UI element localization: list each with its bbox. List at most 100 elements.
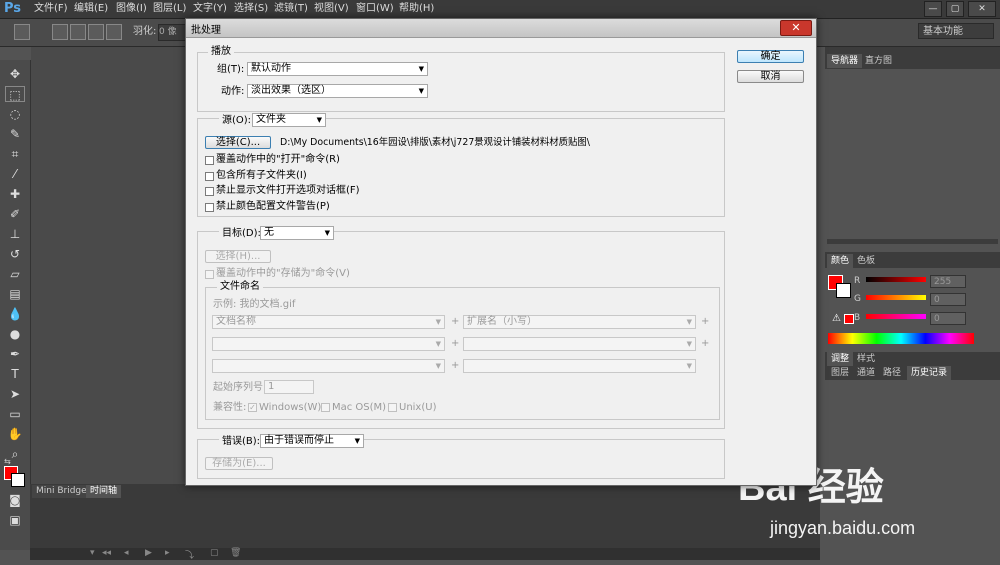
tab-navigator[interactable]: 导航器 bbox=[827, 54, 863, 68]
tab-color[interactable]: 颜色 bbox=[827, 254, 854, 268]
gamut-swatch[interactable] bbox=[844, 314, 854, 324]
tab-styles[interactable]: 样式 bbox=[853, 352, 879, 366]
naming-field-3[interactable]: ▼ bbox=[212, 337, 445, 351]
menu-window[interactable]: 窗口(W) bbox=[356, 2, 394, 16]
menu-filter[interactable]: 滤镜(T) bbox=[274, 2, 308, 16]
minimize-icon[interactable]: — bbox=[924, 1, 942, 17]
menu-view[interactable]: 视图(V) bbox=[314, 2, 349, 16]
play-icon[interactable]: ▶ bbox=[145, 548, 152, 558]
naming-field-6[interactable]: ▼ bbox=[463, 359, 696, 373]
errors-select[interactable]: 由于错误而停止 ▼ bbox=[260, 434, 364, 448]
timeline-menu-icon[interactable]: ▾ bbox=[90, 548, 95, 558]
menu-layer[interactable]: 图层(L) bbox=[153, 2, 186, 16]
compat-windows-checkbox[interactable]: ✓ bbox=[248, 403, 257, 412]
tab-histogram[interactable]: 直方图 bbox=[861, 54, 896, 68]
lasso-tool-icon[interactable]: ◌ bbox=[5, 106, 25, 122]
intersect-selection-icon[interactable] bbox=[106, 24, 122, 40]
g-slider[interactable] bbox=[866, 295, 926, 300]
first-frame-icon[interactable]: ◂◂ bbox=[102, 548, 111, 558]
g-value-input[interactable]: 0 bbox=[930, 293, 966, 306]
gradient-tool-icon[interactable]: ▤ bbox=[5, 286, 25, 302]
quick-select-tool-icon[interactable]: ✎ bbox=[5, 126, 25, 142]
naming-field-2[interactable]: 扩展名（小写） ▼ bbox=[463, 315, 696, 329]
compat-unix-checkbox[interactable] bbox=[388, 403, 397, 412]
menu-help[interactable]: 帮助(H) bbox=[399, 2, 434, 16]
subtract-selection-icon[interactable] bbox=[88, 24, 104, 40]
naming-field-1[interactable]: 文档名称 ▼ bbox=[212, 315, 445, 329]
menu-edit[interactable]: 编辑(E) bbox=[74, 2, 108, 16]
tween-icon[interactable]: ⤵ bbox=[185, 548, 194, 561]
shape-tool-icon[interactable]: ▭ bbox=[5, 406, 25, 422]
tab-layers[interactable]: 图层 bbox=[827, 366, 853, 380]
tab-paths[interactable]: 路径 bbox=[879, 366, 905, 380]
stamp-tool-icon[interactable]: ⊥ bbox=[5, 226, 25, 242]
prev-frame-icon[interactable]: ◂ bbox=[124, 548, 129, 558]
source-select[interactable]: 文件夹 ▼ bbox=[252, 113, 326, 127]
trash-icon[interactable]: 🗑 bbox=[230, 548, 241, 558]
rect-marquee-tool-icon[interactable]: ⬚ bbox=[5, 86, 25, 102]
b-value-input[interactable]: 0 bbox=[930, 312, 966, 325]
tab-channels[interactable]: 通道 bbox=[853, 366, 879, 380]
dodge-tool-icon[interactable]: ● bbox=[5, 326, 25, 342]
tab-timeline[interactable]: 时间轴 bbox=[86, 485, 122, 498]
workspace-select[interactable]: 基本功能 bbox=[918, 23, 994, 39]
path-select-tool-icon[interactable]: ➤ bbox=[5, 386, 25, 402]
window-close-icon[interactable]: ✕ bbox=[968, 1, 996, 17]
menu-file[interactable]: 文件(F) bbox=[34, 2, 68, 16]
add-selection-icon[interactable] bbox=[70, 24, 86, 40]
next-frame-icon[interactable]: ▸ bbox=[165, 548, 170, 558]
suppress-profile-warnings-checkbox[interactable] bbox=[205, 203, 214, 212]
suppress-open-options-checkbox[interactable] bbox=[205, 187, 214, 196]
brush-tool-icon[interactable]: ✐ bbox=[5, 206, 25, 222]
destination-choose-button[interactable]: 选择(H)... bbox=[205, 250, 271, 263]
group-select[interactable]: 默认动作 ▼ bbox=[247, 62, 428, 76]
compat-mac-checkbox[interactable] bbox=[321, 403, 330, 412]
hand-tool-icon[interactable]: ✋ bbox=[5, 426, 25, 442]
r-slider[interactable] bbox=[866, 277, 926, 282]
healing-tool-icon[interactable]: ✚ bbox=[5, 186, 25, 202]
destination-select[interactable]: 无 ▼ bbox=[260, 226, 334, 240]
start-serial-input[interactable]: 1 bbox=[264, 380, 314, 394]
menu-image[interactable]: 图像(I) bbox=[116, 2, 147, 16]
type-tool-icon[interactable]: T bbox=[5, 366, 25, 382]
override-open-checkbox[interactable] bbox=[205, 156, 214, 165]
naming-field-4[interactable]: ▼ bbox=[463, 337, 696, 351]
tab-swatches[interactable]: 色板 bbox=[853, 254, 879, 268]
override-save-checkbox[interactable] bbox=[205, 270, 214, 279]
naming-field-5[interactable]: ▼ bbox=[212, 359, 445, 373]
include-subfolders-checkbox[interactable] bbox=[205, 172, 214, 181]
history-brush-tool-icon[interactable]: ↺ bbox=[5, 246, 25, 262]
tab-adjustments[interactable]: 调整 bbox=[827, 352, 854, 366]
screen-mode-icon[interactable]: ▣ bbox=[5, 512, 25, 528]
cancel-button[interactable]: 取消 bbox=[737, 70, 804, 83]
zoom-slider[interactable] bbox=[827, 239, 998, 244]
crop-tool-icon[interactable]: ⌗ bbox=[5, 146, 25, 162]
pen-tool-icon[interactable]: ✒ bbox=[5, 346, 25, 362]
action-select[interactable]: 淡出效果（选区） ▼ bbox=[247, 84, 428, 98]
feather-input[interactable]: 0 像素 bbox=[158, 24, 186, 41]
blur-tool-icon[interactable]: 💧 bbox=[5, 306, 25, 322]
tab-mini-bridge[interactable]: Mini Bridge bbox=[32, 485, 91, 498]
errors-save-as-button[interactable]: 存储为(E)... bbox=[205, 457, 273, 470]
color-bg-swatch[interactable] bbox=[836, 283, 851, 298]
new-selection-icon[interactable] bbox=[52, 24, 68, 40]
r-value-input[interactable]: 255 bbox=[930, 275, 966, 288]
b-slider[interactable] bbox=[866, 314, 926, 319]
dialog-titlebar[interactable]: 批处理 ✕ bbox=[186, 19, 816, 38]
move-tool-icon[interactable]: ✥ bbox=[5, 66, 25, 82]
quick-mask-icon[interactable]: ◙ bbox=[5, 492, 25, 508]
maximize-icon[interactable]: ▢ bbox=[946, 1, 964, 17]
background-color-swatch[interactable] bbox=[11, 473, 25, 487]
menu-select[interactable]: 选择(S) bbox=[234, 2, 268, 16]
color-spectrum[interactable] bbox=[828, 333, 974, 344]
tab-history[interactable]: 历史记录 bbox=[907, 366, 952, 380]
menu-type[interactable]: 文字(Y) bbox=[193, 2, 227, 16]
duplicate-frame-icon[interactable]: ▢ bbox=[210, 548, 219, 558]
close-icon[interactable]: ✕ bbox=[780, 20, 812, 36]
ok-button[interactable]: 确定 bbox=[737, 50, 804, 63]
source-choose-button[interactable]: 选择(C)... bbox=[205, 136, 271, 149]
marquee-icon[interactable] bbox=[14, 24, 30, 40]
eraser-tool-icon[interactable]: ▱ bbox=[5, 266, 25, 282]
eyedropper-tool-icon[interactable]: ⁄ bbox=[5, 166, 25, 182]
swap-colors-icon[interactable]: ⇆ bbox=[4, 457, 26, 466]
